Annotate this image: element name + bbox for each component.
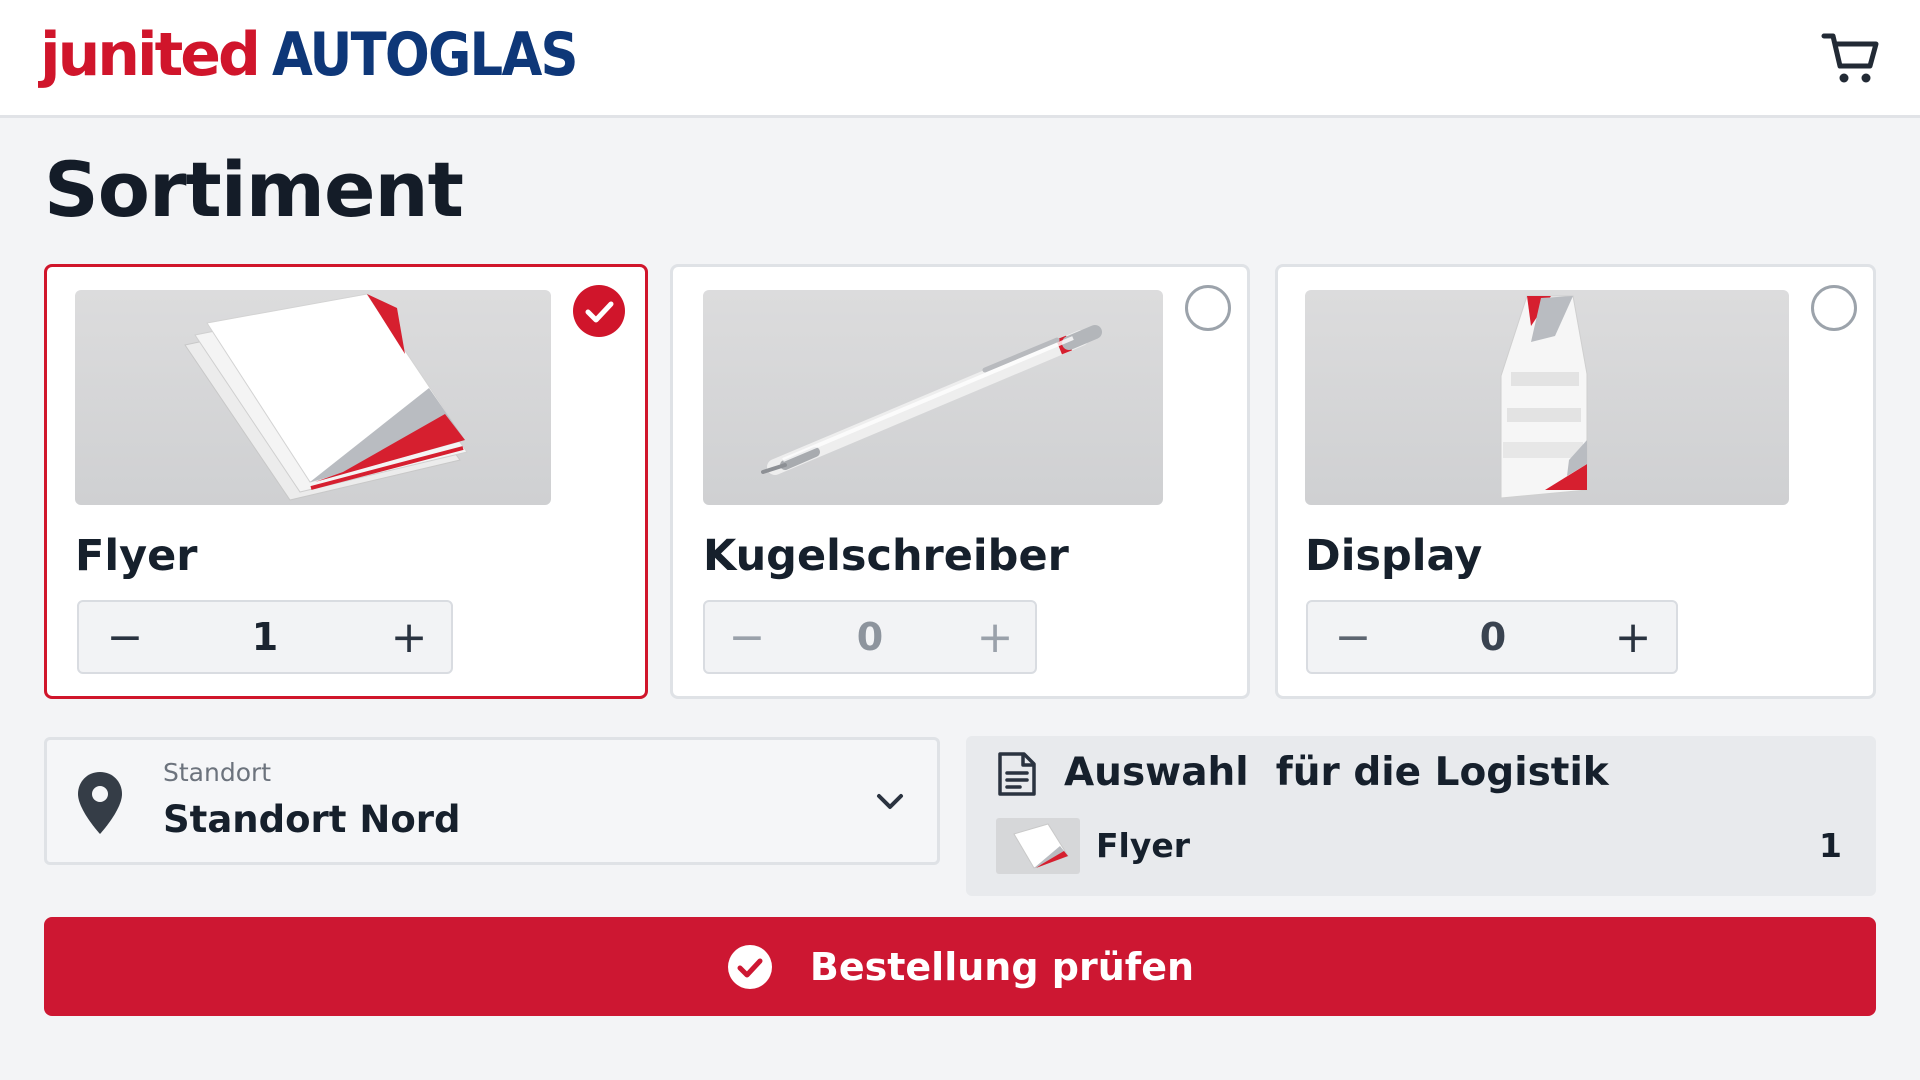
quantity-value[interactable]: 0 [1408,602,1578,672]
increment-button[interactable]: + [955,602,1035,672]
increment-button[interactable]: + [1593,602,1673,672]
decrement-button[interactable]: − [707,602,787,672]
display-stand-image [1305,290,1789,505]
quantity-stepper: − 0 + [703,600,1037,674]
location-select[interactable]: Standort Standort Nord [44,737,940,865]
product-card-flyer[interactable]: Flyer − 1 + [44,264,648,699]
document-icon [996,750,1038,798]
chevron-down-icon [873,786,907,816]
flyer-stack-image [75,290,551,505]
location-label: Standort [163,758,272,787]
summary-item-name: Flyer [1096,826,1191,865]
logistics-summary-panel: Auswahl für die Logistik Flyer 1 [966,736,1876,896]
quantity-stepper: − 1 + [77,600,453,674]
product-name: Display [1305,531,1483,581]
brand-name-part2: AUTOGLAS [271,20,579,90]
quantity-value[interactable]: 0 [795,602,945,672]
pen-image [703,290,1163,505]
decrement-button[interactable]: − [1313,602,1393,672]
quantity-stepper: − 0 + [1306,600,1678,674]
page-title: Sortiment [44,145,464,234]
summary-item-quantity: 1 [1819,826,1842,865]
quantity-value[interactable]: 1 [179,602,351,672]
increment-button[interactable]: + [369,602,449,672]
product-name: Flyer [75,531,198,581]
review-order-label: Bestellung prüfen [809,944,1195,989]
check-circle-icon [726,943,774,991]
unselected-radio-icon[interactable] [1811,285,1857,331]
shopping-cart-icon[interactable] [1820,28,1882,86]
decrement-button[interactable]: − [85,602,165,672]
top-header: junited AUTOGLAS [0,0,1920,118]
flyer-thumbnail [996,818,1080,874]
unselected-radio-icon[interactable] [1185,285,1231,331]
selected-checkmark-icon[interactable] [573,285,625,337]
product-name: Kugelschreiber [703,531,1069,581]
brand-logo[interactable]: junited AUTOGLAS [40,20,618,100]
review-order-button[interactable]: Bestellung prüfen [44,917,1876,1016]
map-pin-icon [75,770,125,836]
brand-name-part1: junited [40,20,261,90]
product-card-kugelschreiber[interactable]: Kugelschreiber − 0 + [670,264,1250,699]
summary-title: Auswahl für die Logistik [1064,750,1609,795]
product-card-display[interactable]: Display − 0 + [1275,264,1876,699]
location-value: Standort Nord [163,798,461,841]
